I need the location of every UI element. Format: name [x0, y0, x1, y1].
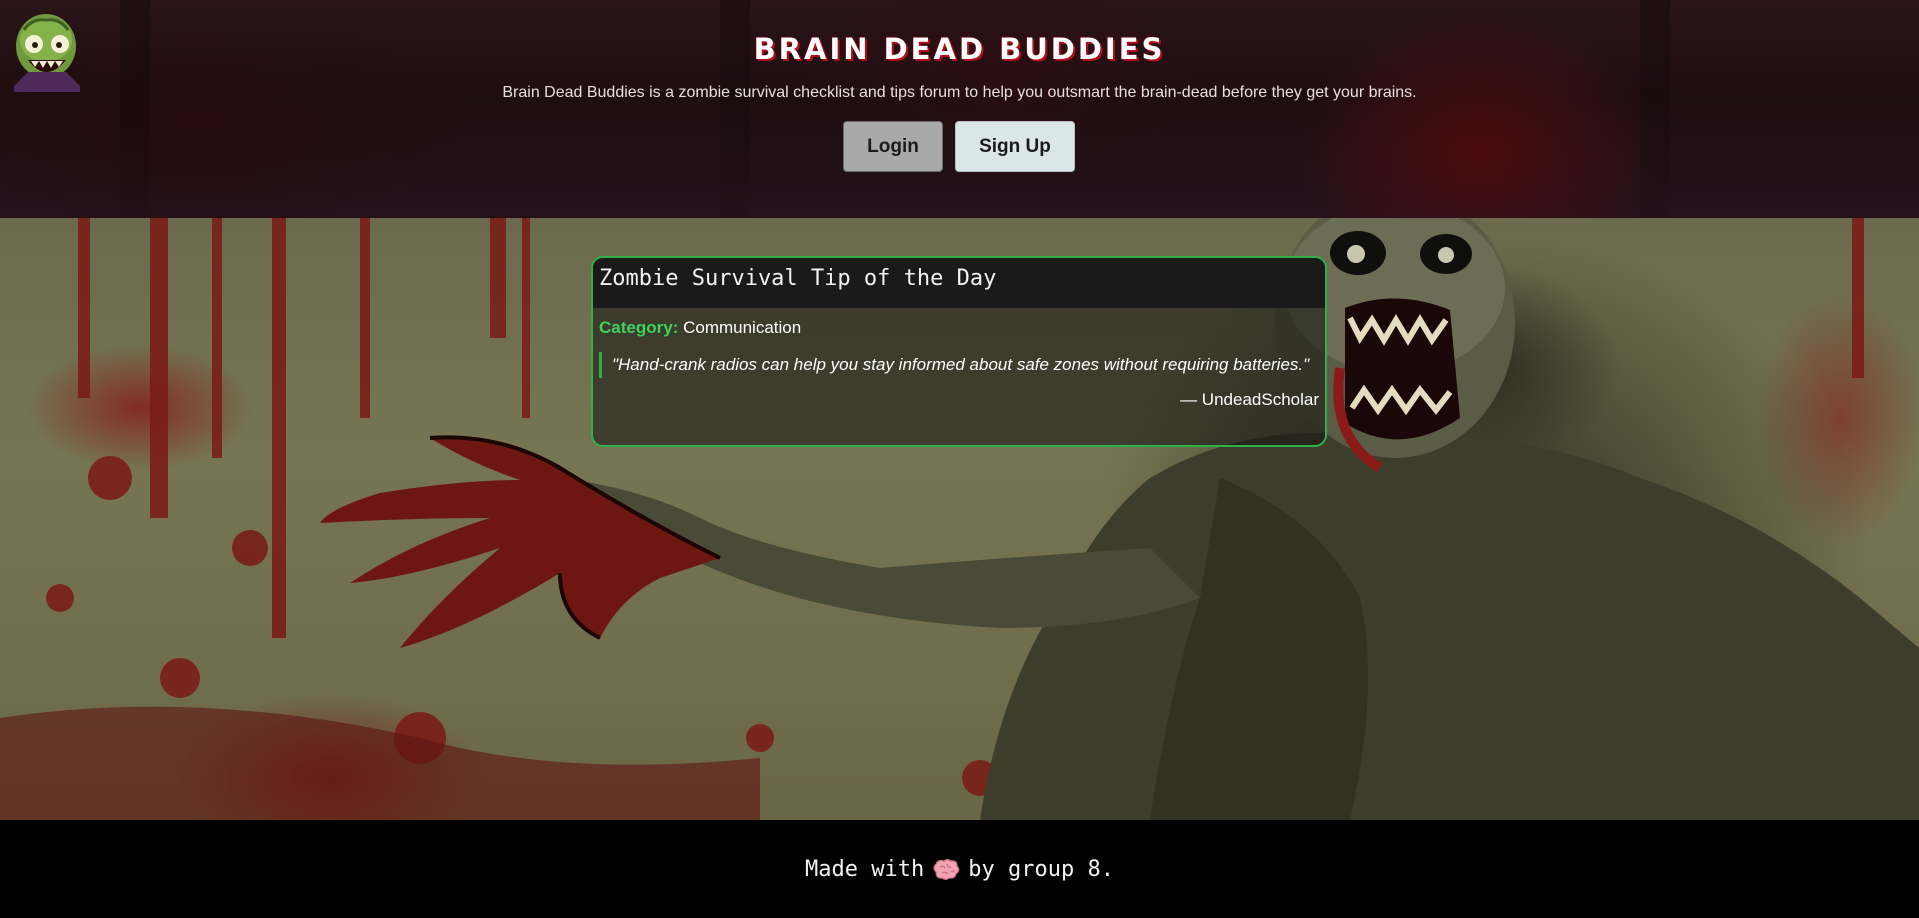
tip-card-header: Zombie Survival Tip of the Day — [593, 258, 1325, 308]
category-label: Category: — [599, 318, 679, 337]
hero-banner: Zombie Survival Tip of the Day Category:… — [0, 218, 1919, 820]
site-header: BRAIN DEAD BUDDIES Brain Dead Buddies is… — [0, 0, 1919, 218]
signup-button[interactable]: Sign Up — [955, 121, 1075, 172]
tip-body: Category: Communication "Hand-crank radi… — [593, 308, 1325, 410]
auth-buttons: Login Sign Up — [843, 121, 1075, 172]
tip-quote: "Hand-crank radios can help you stay inf… — [599, 352, 1319, 378]
category-value: Communication — [683, 318, 802, 337]
tip-category: Category: Communication — [599, 318, 1319, 338]
login-button[interactable]: Login — [843, 121, 943, 172]
footer-text: Made with by group 8. — [805, 857, 1114, 882]
tip-of-the-day-card: Zombie Survival Tip of the Day Category:… — [591, 256, 1327, 447]
footer-prefix: Made with — [805, 856, 925, 882]
brain-icon — [933, 858, 960, 880]
footer-suffix: by group 8. — [968, 856, 1114, 882]
site-tagline: Brain Dead Buddies is a zombie survival … — [502, 84, 1417, 101]
site-title: BRAIN DEAD BUDDIES — [753, 32, 1166, 66]
tip-title: Zombie Survival Tip of the Day — [599, 266, 997, 291]
tip-author: — UndeadScholar — [1180, 390, 1319, 409]
site-footer: Made with by group 8. — [0, 820, 1919, 918]
